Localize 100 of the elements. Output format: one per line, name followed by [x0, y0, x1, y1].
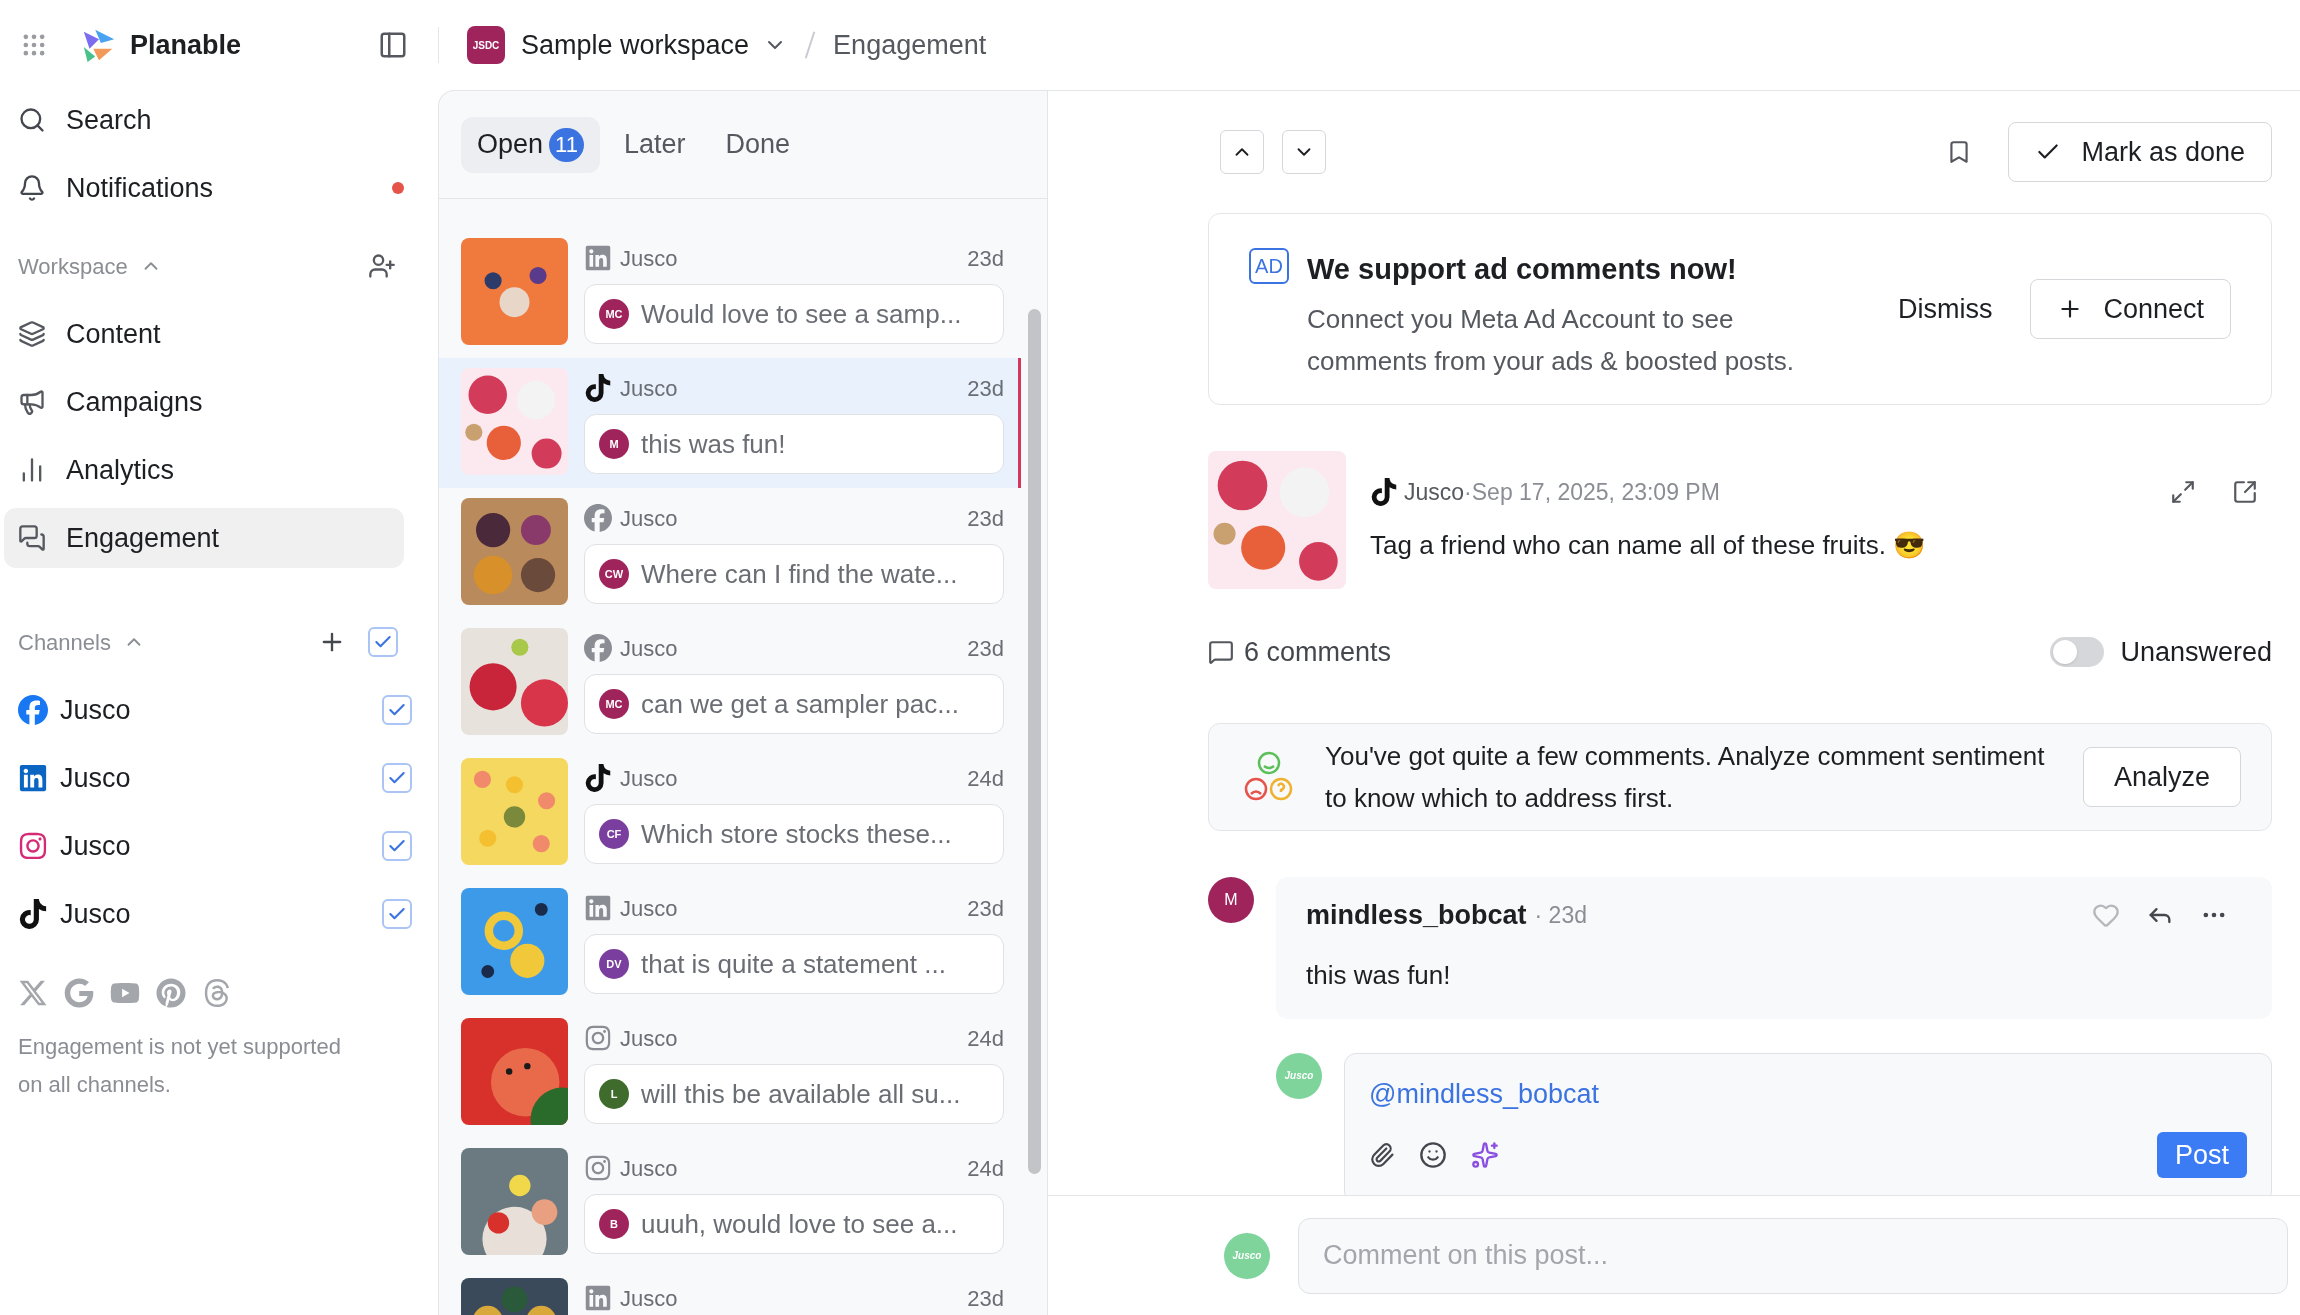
inbox-item[interactable]: Jusco 24d L will this be available all su... [439, 1008, 1021, 1138]
sidebar-item[interactable]: Notifications [66, 167, 214, 209]
account-name: Jusco [620, 1284, 678, 1313]
commenter-avatar: CW [599, 559, 629, 589]
inbox-item[interactable]: Jusco 23d MC can we get a sampler pac... [439, 618, 1021, 748]
item-age: 23d [967, 244, 1004, 273]
banner-title: We support ad comments now! [1307, 252, 1738, 287]
workspace-badge: JSDC [467, 26, 505, 64]
expand-icon[interactable] [2170, 479, 2196, 506]
reply-box[interactable]: @mindless_bobcat Post [1344, 1052, 2272, 1195]
sidebar-toggle-icon[interactable] [378, 30, 408, 60]
attach-icon[interactable] [1369, 1142, 1395, 1168]
tab[interactable]: Later [607, 116, 702, 173]
sidebar-item[interactable]: Engagement [4, 508, 404, 568]
mark-done-button[interactable]: Mark as done [2008, 122, 2272, 182]
toggle-switch[interactable] [2050, 637, 2105, 667]
unsupported-note: Engagement is not yet supported on all channels. [17, 1033, 342, 1099]
account-name: Jusco [620, 634, 678, 663]
account-avatar: Jusco [1224, 1232, 1270, 1279]
tab[interactable]: Open 11 [461, 116, 600, 173]
linkedin-icon [584, 894, 612, 922]
tab[interactable]: Done [709, 116, 806, 173]
post-button[interactable]: Post [2156, 1132, 2247, 1178]
toggle-label: Unanswered [2120, 635, 2272, 669]
analyze-button[interactable]: Analyze [2082, 747, 2241, 807]
add-user-icon[interactable] [368, 252, 396, 280]
inbox-item[interactable]: Jusco 23d M this was fun! [439, 358, 1021, 488]
dismiss-button[interactable]: Dismiss [1897, 288, 1993, 330]
comment-preview: CW Where can I find the wate... [584, 544, 1004, 604]
linkedin-icon [584, 1284, 612, 1312]
channel-name[interactable]: Jusco [60, 893, 131, 935]
instagram-icon [584, 1024, 612, 1052]
comment-preview: L will this be available all su... [584, 1064, 1004, 1124]
comment-preview: DV that is quite a statement ... [584, 934, 1004, 994]
checkbox[interactable] [368, 627, 398, 657]
layers-icon [18, 320, 46, 348]
sidebar-item[interactable]: Campaigns [4, 372, 404, 432]
account-avatar: Jusco [1276, 1052, 1322, 1099]
sidebar-item-label: Campaigns [66, 385, 203, 419]
comment-preview: B uuuh, would love to see a... [584, 1194, 1004, 1254]
account-name: Jusco [620, 374, 678, 403]
post-date: ·Sep 17, 2025, 23:09 PM [1464, 478, 1720, 507]
instagram-icon [584, 1154, 612, 1182]
scrollbar-thumb[interactable] [1027, 309, 1041, 1174]
item-age: 23d [967, 504, 1004, 533]
channel-name[interactable]: Jusco [60, 689, 131, 731]
inbox-item[interactable]: Jusco 23d MC Would love to see a samp... [439, 228, 1021, 358]
sidebar-item[interactable]: Content [4, 304, 404, 364]
comment-age: · 23d [1534, 901, 1587, 930]
commenter-avatar: MC [599, 299, 629, 329]
emoji-icon[interactable] [1419, 1141, 1447, 1169]
channel-name[interactable]: Jusco [60, 757, 131, 799]
ad-badge: AD [1249, 248, 1289, 284]
chat-icon [18, 524, 46, 552]
inbox-item[interactable]: Jusco 24d B uuuh, would love to see a... [439, 1138, 1021, 1268]
comments-count: 6 comments [1244, 635, 1392, 669]
sidebar-item-label: Engagement [66, 521, 220, 555]
instagram-icon [18, 831, 48, 861]
banner-text: Connect you Meta Ad Account to see comments from your ads & boosted posts. [1307, 302, 1795, 378]
commenter-avatar: DV [599, 949, 629, 979]
account-name: Jusco [620, 894, 678, 923]
linkedin-icon [18, 763, 48, 793]
bell-icon [18, 174, 46, 202]
inbox-item[interactable]: Jusco 23d [439, 1268, 1021, 1315]
external-link-icon[interactable] [2232, 479, 2258, 506]
account-name: Jusco [620, 1154, 678, 1183]
post-account: Jusco [1404, 478, 1465, 507]
sidebar-item[interactable]: Analytics [4, 440, 404, 500]
inbox-item[interactable]: Jusco 24d CF Which store stocks these... [439, 748, 1021, 878]
checkbox[interactable] [382, 899, 412, 929]
breadcrumb-page: Engagement [833, 28, 987, 62]
mention-link[interactable]: @mindless_bobcat [1369, 1073, 2247, 1114]
item-age: 24d [967, 1024, 1004, 1053]
section-heading: Channels [18, 628, 111, 657]
item-age: 24d [967, 1154, 1004, 1183]
account-name: Jusco [620, 764, 678, 793]
sentiment-text: You've got quite a few comments. Analyze comment sentiment to know which to address first. [1325, 740, 2045, 815]
comment-preview: MC can we get a sampler pac... [584, 674, 1004, 734]
inbox-item[interactable]: Jusco 23d CW Where can I find the wate... [439, 488, 1021, 618]
item-age: 24d [967, 764, 1004, 793]
comment-icon [1208, 639, 1234, 665]
tiktok-icon [1370, 478, 1398, 507]
commenter-avatar: CF [599, 819, 629, 849]
comment-input[interactable]: Comment on this post... [1298, 1217, 2288, 1294]
checkbox[interactable] [382, 695, 412, 725]
sidebar-item-label: Content [66, 317, 161, 351]
count-badge: 11 [549, 127, 584, 162]
channel-name[interactable]: Jusco [60, 825, 131, 867]
tiktok-icon [18, 899, 48, 929]
checkbox[interactable] [382, 831, 412, 861]
sparkles-icon[interactable] [1471, 1141, 1499, 1169]
linkedin-icon [584, 244, 612, 272]
tiktok-icon [584, 764, 612, 792]
connect-button[interactable]: Connect [2030, 279, 2231, 339]
commenter-avatar: B [599, 1209, 629, 1239]
inbox-item[interactable]: Jusco 23d DV that is quite a statement ... [439, 878, 1021, 1008]
sidebar-item[interactable]: Search [66, 99, 152, 141]
section-heading: Workspace [18, 252, 128, 281]
workspace-selector[interactable]: Sample workspace [521, 24, 788, 66]
checkbox[interactable] [382, 763, 412, 793]
